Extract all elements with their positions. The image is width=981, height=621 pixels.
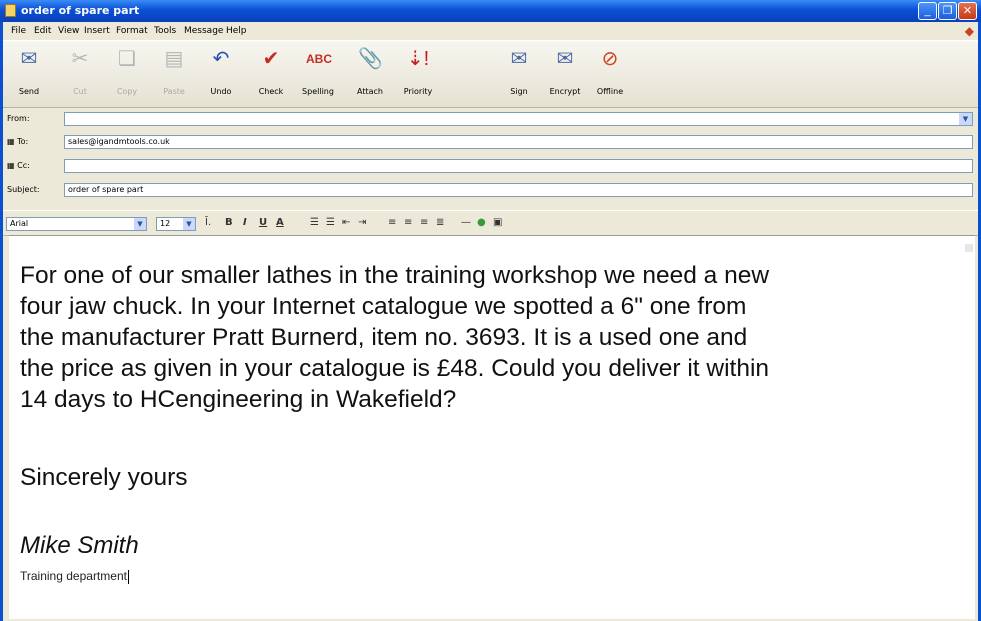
toolbar: ✉ Send ✂ Cut ❏ Copy ▤ Paste ↶ Undo ✔ Che… (3, 40, 978, 108)
menu-file[interactable]: File (11, 26, 26, 36)
underline-icon[interactable]: U (259, 217, 267, 228)
closing-text: Sincerely yours (20, 464, 188, 491)
windows-flag-icon: ◆ (964, 24, 974, 38)
bullet-list-icon[interactable]: ☰ (326, 217, 335, 228)
signature-name: Mike Smith (20, 532, 139, 559)
sign-button[interactable]: ✉ Sign (497, 47, 541, 96)
offline-icon: ⊘ (601, 48, 619, 70)
italic-icon[interactable]: I (243, 217, 247, 228)
bold-icon[interactable]: B (225, 217, 233, 228)
address-book-icon: ▦ (7, 137, 15, 146)
priority-button[interactable]: ⇣! Priority (396, 47, 440, 96)
check-names-button[interactable]: ✔ Check (249, 47, 293, 96)
to-label[interactable]: ▦ To: (7, 137, 28, 146)
menu-message[interactable]: Message (184, 26, 223, 36)
window-title: order of spare part (21, 4, 140, 17)
message-text: For one of our smaller lathes in the tra… (20, 260, 960, 415)
priority-icon: ⇣! (406, 48, 430, 70)
address-book-icon: ▦ (7, 161, 15, 170)
copy-button[interactable]: ❏ Copy (105, 47, 149, 96)
maximize-button[interactable]: ❐ (938, 2, 957, 20)
message-line: the price as given in your catalogue is … (20, 355, 770, 382)
from-label: From: (7, 114, 30, 123)
sign-icon: ✉ (510, 48, 528, 70)
decrease-indent-icon[interactable]: ⇤ (342, 217, 350, 228)
paperclip-icon: 📎 (358, 48, 383, 70)
align-left-icon[interactable]: ≡ (388, 217, 396, 228)
compose-window: order of spare part _ ❐ ✕ File Edit View… (0, 0, 981, 621)
text-cursor (127, 569, 129, 584)
title-bar[interactable]: order of spare part _ ❐ ✕ (0, 0, 981, 22)
send-button[interactable]: ✉ Send (7, 47, 51, 96)
message-line: the manufacturer Pratt Burnerd, item no.… (20, 324, 748, 351)
paragraph-style-icon[interactable]: Ī. (205, 217, 211, 228)
menu-edit[interactable]: Edit (34, 26, 51, 36)
scrollbar[interactable] (965, 244, 973, 252)
menu-insert[interactable]: Insert (84, 26, 110, 36)
cc-field[interactable] (64, 159, 973, 173)
send-icon: ✉ (20, 48, 38, 70)
undo-button[interactable]: ↶ Undo (199, 47, 243, 96)
message-line: 14 days to HCengineering in Wakefield? (20, 386, 457, 413)
chevron-down-icon[interactable]: ▼ (959, 113, 972, 125)
encrypt-icon: ✉ (556, 48, 574, 70)
align-center-icon[interactable]: ≡ (404, 217, 412, 228)
menu-view[interactable]: View (58, 26, 79, 36)
encrypt-button[interactable]: ✉ Encrypt (543, 47, 587, 96)
paste-icon: ▤ (164, 48, 184, 70)
font-select[interactable]: Arial ▼ (6, 217, 147, 231)
justify-icon[interactable]: ≣ (436, 217, 444, 228)
cc-label[interactable]: ▦ Cc: (7, 161, 30, 170)
numbered-list-icon[interactable]: ☰ (310, 217, 319, 228)
cut-button[interactable]: ✂ Cut (58, 47, 102, 96)
signature-department: Training department (20, 569, 129, 584)
hyperlink-icon[interactable]: ● (477, 217, 486, 228)
offline-button[interactable]: ⊘ Offline (588, 47, 632, 96)
increase-indent-icon[interactable]: ⇥ (358, 217, 366, 228)
attach-button[interactable]: 📎 Attach (348, 47, 392, 96)
menu-tools[interactable]: Tools (154, 26, 176, 36)
copy-icon: ❏ (118, 48, 136, 70)
close-button[interactable]: ✕ (958, 2, 977, 20)
message-line: For one of our smaller lathes in the tra… (20, 262, 770, 289)
chevron-down-icon: ▼ (134, 218, 146, 230)
subject-field[interactable]: order of spare part (64, 183, 973, 197)
insert-picture-icon[interactable]: ▣ (493, 217, 502, 228)
menu-help[interactable]: Help (226, 26, 247, 36)
from-field[interactable]: ▼ (64, 112, 973, 126)
message-line: four jaw chuck. In your Internet catalog… (20, 293, 747, 320)
formatting-bar: Arial ▼ 12 ▼ Ī. B I U A ☰ ☰ ⇤ ⇥ ≡ ≡ ≡ ≣ … (3, 210, 978, 236)
spelling-icon: ABC (306, 52, 332, 66)
spelling-button[interactable]: ABC Spelling (296, 47, 340, 96)
horizontal-line-icon[interactable]: — (461, 217, 471, 228)
cut-icon: ✂ (71, 48, 89, 70)
chevron-down-icon: ▼ (183, 218, 195, 230)
message-body[interactable]: For one of our smaller lathes in the tra… (9, 235, 975, 619)
font-color-icon[interactable]: A (276, 217, 284, 228)
to-field[interactable]: sales@igandmtools.co.uk (64, 135, 973, 149)
align-right-icon[interactable]: ≡ (420, 217, 428, 228)
mail-icon (5, 4, 16, 17)
font-size-select[interactable]: 12 ▼ (156, 217, 196, 231)
paste-button[interactable]: ▤ Paste (152, 47, 196, 96)
minimize-button[interactable]: _ (918, 2, 937, 20)
check-names-icon: ✔ (262, 48, 280, 70)
menu-format[interactable]: Format (116, 26, 148, 36)
menu-bar: File Edit View Insert Format Tools Messa… (3, 22, 978, 40)
undo-icon: ↶ (212, 48, 230, 70)
message-header: From: ▼ ▦ To: sales@igandmtools.co.uk ▦ … (3, 108, 978, 204)
subject-label: Subject: (7, 185, 40, 194)
